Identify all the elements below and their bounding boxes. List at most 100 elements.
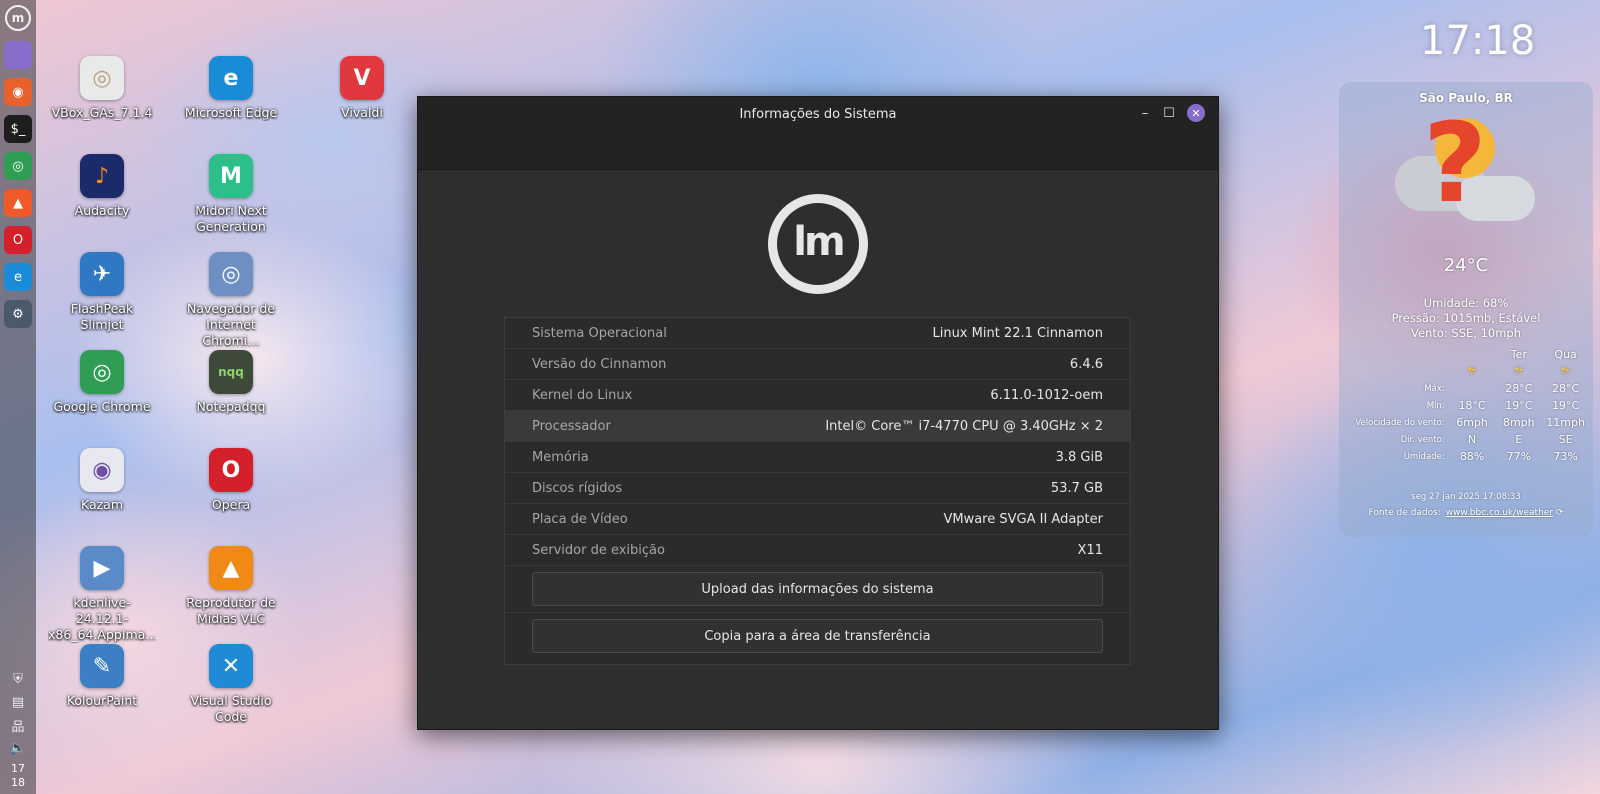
desktop-icon[interactable]: O Opera [176,448,286,513]
info-key: Kernel do Linux [532,387,633,403]
forecast-value: E [1515,433,1523,446]
desktop-icon[interactable]: ◎ VBox_GAs_7.1.4 [47,56,157,121]
desktop-icon[interactable]: ✕ Visual Studio Code [176,644,286,725]
volume-tray-icon[interactable]: 🔈 [8,739,28,757]
kolourpaint-icon: ✎ [80,644,124,688]
info-value: 3.8 GiB [1055,449,1103,465]
system-info-list: Sistema Operacional Linux Mint 22.1 Cinna… [504,317,1131,665]
info-row[interactable]: Versão do Cinnamon 6.4.6 [505,349,1130,380]
chrome-launcher[interactable]: ◎ [4,152,32,180]
brave-launcher[interactable]: ▲ [4,189,32,217]
desktop-icon-label: Kazam [80,497,124,512]
forecast-row-label: Máx: [1424,383,1445,394]
forecast-value: 19°C [1552,399,1580,412]
opera-icon: O [12,232,24,248]
menu-button[interactable]: m [4,4,32,32]
minimize-button[interactable]: – [1136,104,1154,122]
vivaldi-icon: V [340,56,384,100]
edge-launcher[interactable]: e [4,263,32,291]
network-tray-icon[interactable]: 品 [8,716,28,735]
weather-humidity: Umidade: 68% [1423,296,1509,310]
maximize-button[interactable]: ☐ [1160,104,1178,122]
weather-source: Fonte de dados: www.bbc.co.uk/weather ⟳ [1339,508,1593,518]
vscode-icon: ✕ [209,644,253,688]
forecast-value: 28°C [1552,382,1580,395]
weather-source-link[interactable]: www.bbc.co.uk/weather [1446,508,1553,518]
forecast-value: 28°C [1505,382,1533,395]
gear-icon: ⚙ [12,306,24,322]
clipboard-tray-icon[interactable]: ▤ [8,693,28,711]
forecast-value: 77% [1506,450,1532,463]
forecast-value [1449,380,1496,397]
linux-mint-logo: lm [768,194,868,294]
mint-menu-icon: m [5,5,31,31]
desktop-icon[interactable]: ✎ KolourPaint [47,644,157,709]
desktop-icon[interactable]: nqq Notepadqq [176,350,286,415]
left-panel: m ◉ $_ ◎ ▲ Oe ⚙ ⛨ ▤ 品 🔈 17 18 [0,0,36,794]
midori-icon: M [209,154,253,198]
close-button[interactable]: ✕ [1187,104,1205,122]
forecast-value: 73% [1553,450,1578,463]
kdenlive-icon: ▶ [80,546,124,590]
upload-system-info-button[interactable]: Upload das informações do sistema [532,572,1103,606]
info-row[interactable]: Discos rígidos 53.7 GB [505,473,1130,504]
desktop-icon-label: KolourPaint [66,693,138,708]
copy-to-clipboard-button[interactable]: Copia para a área de transferência [532,619,1103,653]
desktop-icon-label: Midori Next Generation [195,203,267,234]
brave-icon: ▲ [13,195,23,211]
desktop-icon[interactable]: ◎ Navegador de Internet Chromi… [176,252,286,349]
desktop-icon[interactable]: V Vivaldi [307,56,417,121]
desktop-icon-label: Notepadqq [196,399,266,414]
weather-wind: Vento: SSE, 10mph [1410,326,1521,340]
info-key: Memória [532,449,589,465]
desktop-icon[interactable]: ◉ Kazam [47,448,157,513]
maximize-icon: ☐ [1163,105,1175,121]
info-key: Placa de Vídeo [532,511,628,527]
refresh-icon[interactable]: ⟳ [1556,508,1564,518]
info-key: Processador [532,418,611,434]
desktop-icon[interactable]: M Midori Next Generation [176,154,286,235]
desktop-icon[interactable]: ✈ FlashPeak Slimjet [47,252,157,333]
desktop-icon[interactable]: e Microsoft Edge [176,56,286,121]
shield-tray-icon[interactable]: ⛨ [8,670,28,688]
forecast-day: Ter [1510,348,1527,361]
forecast-value: 6mph [1456,416,1488,429]
close-icon: ✕ [1191,106,1201,120]
weather-source-label: Fonte de dados: [1368,508,1441,518]
forecast-row-label: Mín: [1426,400,1445,411]
vlc-icon: ▲ [209,546,253,590]
desktop-icon-label: Microsoft Edge [184,105,278,120]
info-row[interactable]: Placa de Vídeo VMware SVGA II Adapter [505,504,1130,535]
forecast-value: 8mph [1502,416,1535,429]
window-titlebar[interactable]: Informações do Sistema – ☐ ✕ [418,97,1218,170]
weather-updated: seg 27 jan 2025 17:08:33 [1411,492,1521,502]
terminal-launcher[interactable]: $_ [4,115,32,143]
desktop-icon[interactable]: ▶ kdenlive-24.12.1-x86_64.AppIma… [47,546,157,643]
firefox-launcher[interactable]: ◉ [4,78,32,106]
settings-launcher[interactable]: ⚙ [4,300,32,328]
chrome-icon: ◎ [80,350,124,394]
desktop-icon[interactable]: ◎ Google Chrome [47,350,157,415]
panel-clock[interactable]: 17 18 [11,762,25,790]
forecast-row-label: Umidade: [1403,451,1445,462]
desktop-icon-label: Reprodutor de Mídias VLC [186,595,276,626]
info-key: Sistema Operacional [532,325,667,341]
info-row[interactable]: Processador Intel© Core™ i7-4770 CPU @ 3.… [505,411,1130,442]
info-key: Discos rígidos [532,480,623,496]
info-row[interactable]: Sistema Operacional Linux Mint 22.1 Cinna… [505,318,1130,349]
minimize-icon: – [1141,105,1149,121]
files-launcher[interactable] [4,41,32,69]
desktop-icon-label: Google Chrome [53,399,151,414]
desktop-icon-label: Audacity [74,203,130,218]
info-value: Linux Mint 22.1 Cinnamon [932,325,1103,341]
opera-launcher[interactable]: O [4,226,32,254]
desktop-icon[interactable]: ♪ Audacity [47,154,157,219]
forecast-row-label: Velocidade do vento: [1355,417,1445,428]
info-key: Servidor de exibição [532,542,665,558]
info-row[interactable]: Servidor de exibição X11 [505,535,1130,566]
desktop-icon-label: Opera [211,497,251,512]
desktop-icon[interactable]: ▲ Reprodutor de Mídias VLC [176,546,286,627]
desktop-icon-label: Vivaldi [341,105,383,120]
info-row[interactable]: Memória 3.8 GiB [505,442,1130,473]
info-row[interactable]: Kernel do Linux 6.11.0-1012-oem [505,380,1130,411]
